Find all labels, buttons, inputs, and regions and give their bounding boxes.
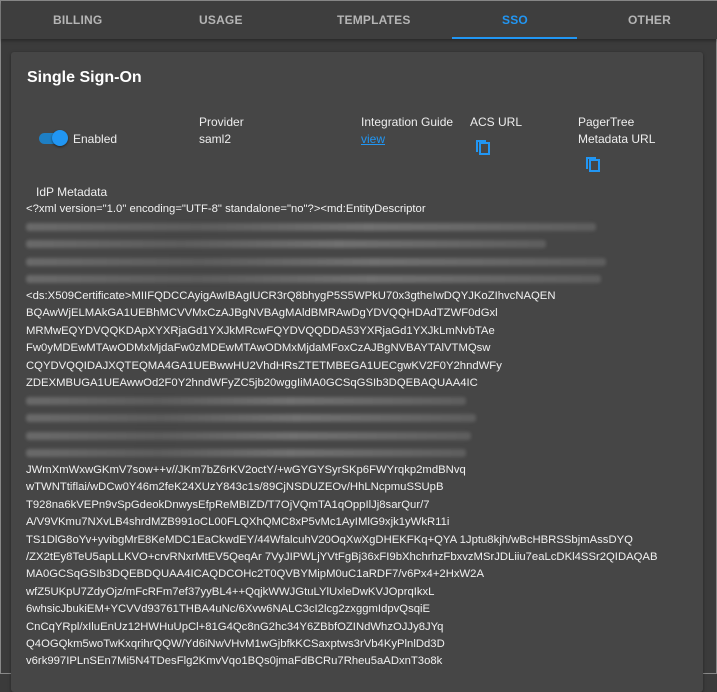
metadata-line: BQAwWjELMAkGA1UEBhMCVVMxCzAJBgNVBAgMAldB… [26, 307, 498, 320]
provider-label: Provider [199, 115, 244, 129]
metadata-line: wfZ5UKpU7ZdyOjz/mFcRFm7ef37yyBL4++QqjkWW… [26, 585, 435, 598]
redacted-line [26, 236, 658, 253]
metadata-line: 6whsicJbukiEM+YCVVd93761THBA4uNc/6Xvw6NA… [26, 603, 431, 616]
redacted-line [26, 427, 658, 444]
integration-guide-link[interactable]: view [361, 132, 385, 146]
redacted-line [26, 253, 658, 270]
metadata-line: /ZX2tEy8TeU5apLLKVO+crvRNxrMtEV5QeqAr 7V… [26, 551, 658, 563]
tab-usage[interactable]: USAGE [199, 13, 243, 27]
tab-sso[interactable]: SSO [502, 13, 528, 27]
metadata-line: <ds:X509Certificate>MIIFQDCCAyigAwIBAgIU… [26, 289, 556, 302]
tab-billing[interactable]: BILLING [53, 13, 102, 27]
metadata-line: TS1DlG8oYv+yvibgMrE8KeMDC1EaCkwdEY/44Wfa… [26, 533, 633, 546]
redacted-line [26, 271, 658, 288]
pagertree-label: PagerTree [578, 115, 635, 129]
redacted-line [26, 218, 658, 235]
metadata-url-label: Metadata URL [578, 132, 656, 146]
metadata-line: A/V9VKmu7NXvLB4shrdMZB991oCL00FLQXhQMC8x… [26, 516, 450, 529]
redacted-line [26, 445, 658, 462]
enabled-toggle[interactable] [37, 130, 69, 146]
metadata-line: MA0GCSqGSIb3DQEBDQUAA4ICAQDCOHc2T0QVBYMi… [26, 568, 484, 581]
card-title: Single Sign-On [27, 69, 142, 86]
redacted-line [26, 392, 658, 409]
metadata-line: CnCqYRpl/xIluEnUz12HWHuUpCl+81G4Qc8nG2hc… [26, 620, 444, 633]
metadata-line: Q4OGQkm5woTwKxqrihrQQW/Yd6iNwVHvM1wGjbfk… [26, 638, 445, 651]
metadata-line: wTWNTtiflai/wDCw0Y46m2feK24XUzY843c1s/89… [26, 481, 444, 494]
acs-url-label: ACS URL [470, 115, 523, 129]
enabled-label: Enabled [73, 132, 118, 146]
idp-metadata-text: <?xml version="1.0" encoding="UTF-8" sta… [26, 201, 658, 671]
metadata-line: CQYDVQQIDAJXQTEQMA4GA1UEBwwHU2VhdHRsZTET… [26, 359, 502, 372]
metadata-line: Fw0yMDEwMTAwODMxMjdaFw0zMDEwMTAwODMxMjda… [26, 342, 491, 355]
integration-guide-label: Integration Guide [361, 115, 454, 129]
metadata-line: T928na6kVEPn9vSpGdeokDnwysEfpReMBIZD/T7O… [26, 498, 430, 511]
tab-templates[interactable]: TEMPLATES [337, 13, 411, 27]
idp-metadata-label: IdP Metadata [36, 185, 108, 199]
metadata-line: v6rk997IPLnSEn7Mi5N4TDesFlg2KmvVqo1BQs0j… [26, 655, 443, 668]
copy-icon[interactable] [585, 154, 601, 172]
provider-value: saml2 [199, 132, 232, 146]
metadata-line: MRMwEQYDVQQKDApXYXRjaGd1YXJkMRcwFQYDVQQD… [26, 324, 495, 337]
metadata-line: JWmXmWxwGKmV7sow++v//JKm7bZ6rKV2octY/+wG… [26, 463, 466, 476]
metadata-line: ZDEXMBUGA1UEAwwOd2F0Y2hndWFyZC5jb20wggIi… [26, 377, 478, 389]
active-tab-indicator [452, 37, 577, 39]
metadata-line: <?xml version="1.0" encoding="UTF-8" sta… [26, 203, 426, 215]
copy-icon[interactable] [475, 137, 491, 155]
settings-tabs: BILLING USAGE TEMPLATES SSO OTHER [1, 1, 717, 39]
tab-other[interactable]: OTHER [628, 13, 671, 27]
redacted-line [26, 410, 658, 427]
